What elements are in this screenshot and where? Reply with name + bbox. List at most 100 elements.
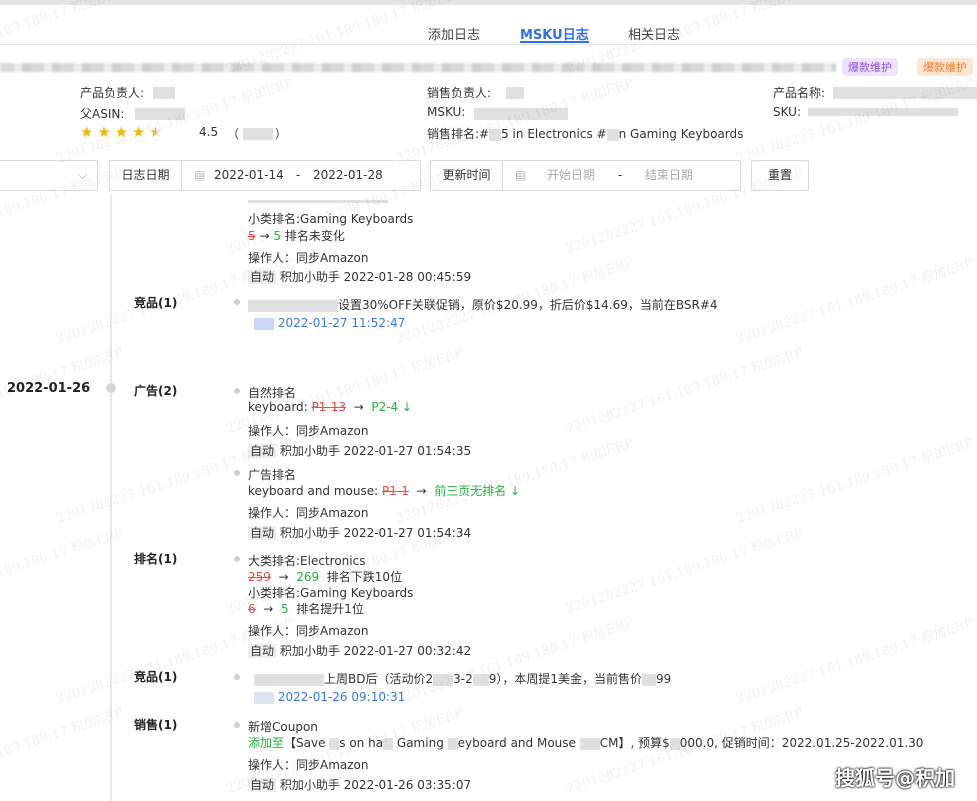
star-icon: ★ <box>80 123 94 141</box>
sales-owner-label: 销售负责人: <box>427 86 492 100</box>
msku-label: MSKU: <box>427 105 466 119</box>
coupon-text: CM】, 预算$ <box>599 736 670 750</box>
sales-rank: 销售排名:# 5 in Electronics # n Gaming Keyboar… <box>427 125 743 142</box>
arrow: → <box>259 229 270 243</box>
active-tab-indicator <box>520 41 589 43</box>
keyword: keyboard: <box>248 400 308 414</box>
old-value: 5 <box>248 229 256 243</box>
sohu-logo: 搜狐号@积加 <box>835 766 955 790</box>
watermark: 2201282227 161.189.180.17 积加ERP <box>564 525 806 617</box>
old-value: 259 <box>248 570 271 584</box>
product-title-blurred <box>0 63 836 72</box>
entry-dot <box>234 674 240 680</box>
calendar-icon: ▤ <box>194 168 206 182</box>
rating-count-close: ） <box>275 127 288 141</box>
start-date-input[interactable]: 开始日期 <box>547 161 595 190</box>
new-value: 前三页无排名 ↓ <box>434 484 521 498</box>
range-separator: - <box>618 168 623 182</box>
product-owner-label: 产品负责人: <box>80 86 145 100</box>
update-time-label: 更新时间 <box>431 161 503 190</box>
entry-meta: 自动 积加小助手 2022-01-27 01:54:34 <box>248 524 471 541</box>
parent-asin-value <box>135 108 185 120</box>
sku-value <box>808 108 958 116</box>
sales-rank-1: # <box>479 127 490 141</box>
competitor-time[interactable]: 2022-01-27 11:52:47 <box>278 316 405 330</box>
competitor-note: 设置30%OFF关联促销，原价$20.99，折后价$14.69，当前在BSR#4 <box>248 296 718 313</box>
competitor-time-row: 2022-01-26 09:10:31 <box>254 690 405 704</box>
calendar-icon: ▤ <box>515 168 527 182</box>
category-ads: 广告(2) <box>134 384 178 398</box>
change-note: 排名未变化 <box>284 229 345 243</box>
rating-count-open: （ <box>227 127 240 141</box>
end-date-input[interactable]: 结束日期 <box>645 161 693 190</box>
product-name-label: 产品名称: <box>773 86 826 100</box>
entry-dot <box>234 388 240 394</box>
coupon-text: eyboard and Mouse <box>457 736 580 750</box>
new-value: 269 <box>296 570 320 584</box>
log-date-end[interactable]: 2022-01-28 <box>313 161 383 190</box>
watermark: 2201282227 161.189.180.17 积加ERP <box>734 615 976 707</box>
rating-count <box>243 128 273 140</box>
chevron-down-icon: ⌵ <box>77 168 87 182</box>
filter-select[interactable]: ⌵ <box>0 160 98 191</box>
update-time-range[interactable]: 更新时间 ▤ 开始日期 - 结束日期 <box>430 160 741 191</box>
log-date-start[interactable]: 2022-01-14 <box>214 161 284 190</box>
new-value: 5 <box>280 602 289 616</box>
new-value: 5 <box>273 229 281 243</box>
star-icon: ★ <box>97 123 111 141</box>
auto-badge: 自动 <box>248 444 277 458</box>
timeline-date-dot <box>106 383 116 393</box>
competitor-text: 设置30%OFF关联促销，原价$20.99，折后价$14.69，当前在BSR#4 <box>338 298 718 312</box>
rating-stars: ★ ★ ★ ★ ★ <box>80 123 163 141</box>
auto-badge: 自动 <box>248 644 277 658</box>
entry-line: 小类排名:Gaming Keyboards <box>248 586 414 600</box>
competitor-note: 上周BD后（活动价2 3-2 9），本周提1美金，当前售价 99 <box>254 670 671 687</box>
entry-author-time: 积加小助手 2022-01-26 03:35:07 <box>279 778 472 792</box>
clipped-entry <box>248 195 398 203</box>
entry-meta: 自动 积加小助手 2022-01-26 03:35:07 <box>248 776 471 793</box>
operator: 操作人：同步Amazon <box>248 424 369 438</box>
reset-button[interactable]: 重置 <box>751 160 809 191</box>
entry-author-time: 积加小助手 2022-01-27 01:54:34 <box>279 526 472 540</box>
keyword: keyboard and mouse: <box>248 484 379 498</box>
operator: 操作人：同步Amazon <box>248 251 369 265</box>
category-rank: 排名(1) <box>134 552 178 566</box>
log-date-label: 日志日期 <box>110 161 182 190</box>
auto-badge: 自动 <box>248 778 277 792</box>
sku-label: SKU: <box>773 105 801 119</box>
arrow: → <box>416 484 427 498</box>
coupon-text: s on ha <box>339 736 384 750</box>
competitor-text: 9），本周提1美金，当前售价 <box>488 672 642 686</box>
watermark: 2201282227 161.189.180.17 积加ERP <box>394 615 636 707</box>
entry-line: 大类排名:Electronics <box>248 554 366 568</box>
entry-author-time: 积加小助手 2022-01-27 00:32:42 <box>279 644 472 658</box>
change-note: 排名下跌10位 <box>326 570 403 584</box>
sales-rank-2: 5 in Electronics # <box>501 127 607 141</box>
old-value: P1-13 <box>311 400 347 414</box>
auto-badge: 自动 <box>248 526 277 540</box>
parent-asin-label: 父ASIN: <box>80 107 125 121</box>
added-to: 添加至 <box>248 736 285 750</box>
timeline-date: 2022-01-26 <box>7 381 91 396</box>
rank-change: 5 → 5 排名未变化 <box>248 227 345 244</box>
product-name-value <box>833 87 977 99</box>
entry-author-time: 积加小助手 2022-01-28 00:45:59 <box>279 270 472 284</box>
category-sales: 销售(1) <box>134 718 178 732</box>
sales-owner-value <box>506 87 524 99</box>
log-date-range[interactable]: 日志日期 ▤ 2022-01-14 - 2022-01-28 <box>109 160 421 191</box>
tag-hot-maintain: 爆款维护 <box>842 58 898 76</box>
operator: 操作人：同步Amazon <box>248 758 369 772</box>
category-competitor: 竞品(1) <box>134 296 178 310</box>
ad-entry-title: 自然排名 <box>248 386 297 400</box>
competitor-time-row: 2022-01-27 11:52:47 <box>254 316 405 330</box>
tab-related-log[interactable]: 相关日志 <box>628 24 680 43</box>
tag-hot-maintain-2: 爆款维护 <box>917 58 973 76</box>
entry-dot <box>234 299 240 305</box>
arrow: → <box>263 602 274 616</box>
coupon-detail: 添加至【Save s on ha Gaming eyboard and Mous… <box>248 734 923 751</box>
competitor-time[interactable]: 2022-01-26 09:10:31 <box>278 690 405 704</box>
arrow: → <box>353 400 364 414</box>
tab-add-log[interactable]: 添加日志 <box>428 24 480 43</box>
range-separator: - <box>296 168 301 182</box>
product-owner-value <box>153 87 175 99</box>
